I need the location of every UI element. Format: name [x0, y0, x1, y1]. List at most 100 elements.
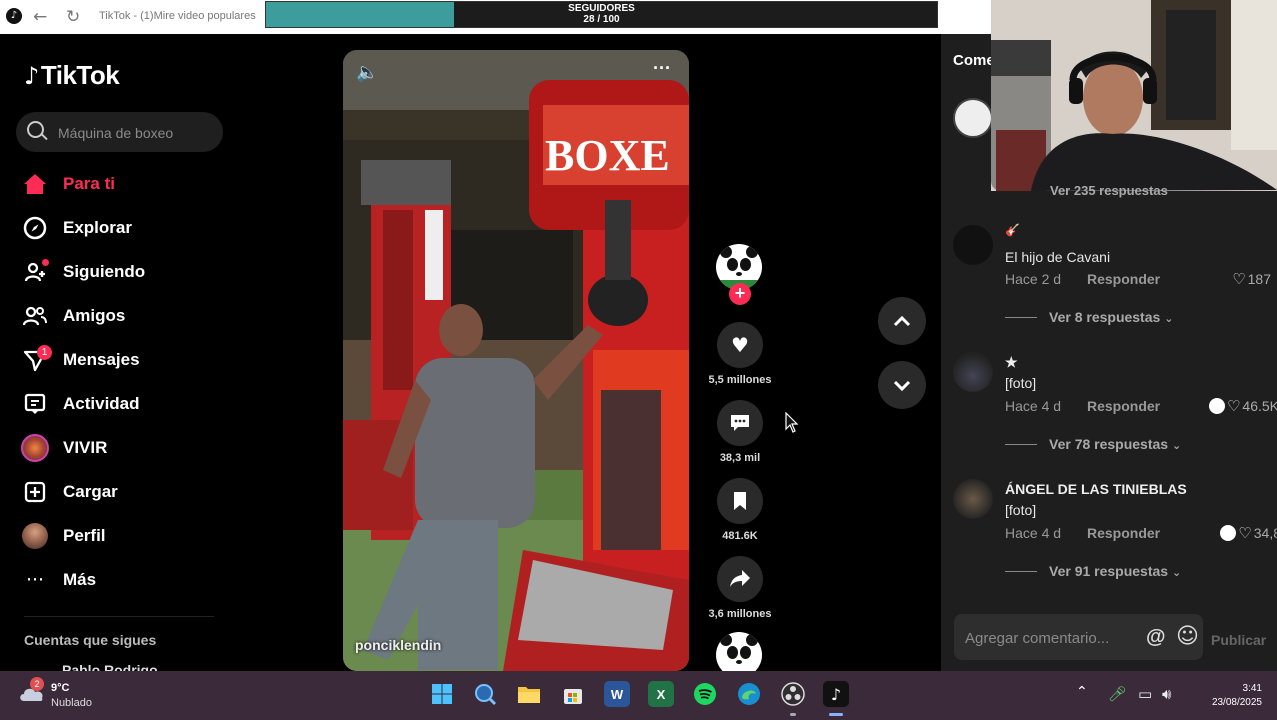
following-accounts-heading: Cuentas que sigues — [24, 632, 157, 648]
following-icon — [20, 257, 50, 287]
comment-input[interactable] — [963, 614, 1139, 662]
publish-button[interactable]: Publicar — [1211, 632, 1266, 648]
temperature: 9°C — [51, 682, 70, 694]
followers-goal-bar: SEGUIDORES 28 / 100 — [265, 1, 938, 28]
network-icon[interactable]: ▭ — [1138, 685, 1152, 703]
nav-item-siguiendo[interactable]: Siguiendo — [20, 252, 220, 292]
reload-icon[interactable]: ↻ — [66, 7, 80, 27]
reply-button[interactable]: Responder — [1087, 271, 1160, 287]
follow-plus-button[interactable]: + — [729, 283, 751, 305]
video-author[interactable]: ponciklendin — [355, 637, 441, 653]
profile-avatar — [20, 521, 50, 551]
speaker-icon[interactable]: 🔊︎ — [1162, 685, 1171, 703]
comment-button[interactable]: 38,3 mil — [716, 400, 764, 464]
creator-liked-avatar — [1208, 398, 1225, 414]
comment-bubble-icon — [717, 400, 763, 446]
activity-icon — [20, 389, 50, 419]
comment-author[interactable]: ★ — [1005, 354, 1018, 371]
clock-date: 23/08/2025 — [1211, 697, 1262, 708]
following-dot-badge — [42, 259, 49, 266]
comment-author[interactable]: El hijo de Cavani — [1005, 249, 1110, 265]
word-icon[interactable]: W — [604, 681, 630, 707]
nav-item-vivir[interactable]: VIVIR — [20, 428, 220, 468]
guitar-emoji-icon: 🎸 — [1005, 223, 1020, 237]
mention-at-icon[interactable]: @ — [1146, 626, 1166, 649]
excel-icon[interactable]: X — [648, 681, 674, 707]
comment-avatar[interactable] — [953, 98, 993, 138]
tab-title[interactable]: TikTok - (1)Mire video populares — [99, 10, 256, 22]
comment-like-button[interactable]: ♡ 187 — [1232, 270, 1271, 288]
search-input[interactable] — [56, 112, 220, 154]
spotify-icon[interactable] — [692, 681, 718, 707]
nav-item-mas[interactable]: ··· Más — [20, 560, 220, 600]
nav-item-explorar[interactable]: Explorar — [20, 208, 220, 248]
comment-input-box[interactable]: @ ☺ — [954, 614, 1203, 662]
bookmark-icon — [717, 478, 763, 524]
comment-avatar[interactable] — [953, 352, 993, 392]
comment-text: [foto] — [1005, 502, 1037, 518]
video-player[interactable]: BOXE 🔈 ··· ponciklendin — [343, 50, 689, 671]
heart-outline-icon: ♡ — [1232, 270, 1246, 288]
emoji-icon[interactable]: ☺ — [1176, 624, 1199, 649]
compass-icon — [20, 213, 50, 243]
chevron-up-icon — [893, 315, 911, 327]
messages-badge: 1 — [37, 345, 52, 360]
creator-liked-avatar — [1220, 525, 1237, 541]
view-replies-link[interactable]: Ver 8 respuestas ⌄ — [1005, 309, 1173, 325]
comment-count: 38,3 mil — [719, 452, 761, 464]
reply-button[interactable]: Responder — [1087, 525, 1160, 541]
divider — [24, 616, 214, 617]
comment-author[interactable]: ÁNGEL DE LAS TINIEBLAS — [1005, 481, 1187, 497]
nav-item-para-ti[interactable]: Para ti — [20, 164, 220, 204]
followers-goal-count: 28 / 100 — [583, 14, 620, 25]
chevron-up-icon[interactable]: ⌃ — [1076, 684, 1088, 700]
followers-goal-label: SEGUIDORES — [568, 3, 635, 14]
windows-start-icon[interactable] — [429, 681, 455, 707]
search-box[interactable] — [16, 112, 223, 154]
tiktok-note-icon: ♪ — [24, 62, 39, 90]
hidden-replies-link[interactable]: Ver 235 respuestas — [1050, 183, 1168, 198]
next-video-button[interactable] — [878, 361, 926, 409]
search-icon[interactable] — [472, 681, 498, 707]
nav-item-perfil[interactable]: Perfil — [20, 516, 220, 556]
view-replies-link[interactable]: Ver 91 respuestas ⌄ — [1005, 563, 1181, 579]
like-button[interactable]: ♥ 5,5 millones — [709, 322, 771, 386]
upload-icon — [20, 477, 50, 507]
sound-avatar[interactable] — [716, 632, 764, 671]
nav-item-amigos[interactable]: Amigos — [20, 296, 220, 336]
tiktok-logo[interactable]: ♪TikTok — [24, 60, 120, 91]
friends-icon — [20, 301, 50, 331]
back-arrow-icon[interactable]: ← — [33, 7, 47, 27]
save-button[interactable]: 481.6K — [716, 478, 764, 542]
comment-like-button[interactable]: ♡ 46.5K — [1208, 397, 1277, 415]
reply-button[interactable]: Responder — [1087, 398, 1160, 414]
volume-icon[interactable]: 🔈 — [356, 62, 378, 83]
comment-time: Hace 4 d — [1005, 525, 1062, 541]
edge-icon[interactable] — [736, 681, 762, 707]
heart-outline-icon: ♡ — [1238, 524, 1252, 542]
file-explorer-icon[interactable] — [516, 681, 542, 707]
previous-video-button[interactable] — [878, 297, 926, 345]
obs-icon[interactable] — [780, 681, 806, 707]
comment-time: Hace 2 d — [1005, 271, 1062, 287]
view-replies-link[interactable]: Ver 78 respuestas ⌄ — [1005, 436, 1181, 452]
mouse-cursor-icon — [785, 412, 799, 433]
comment-avatar[interactable] — [953, 479, 993, 519]
home-icon — [20, 169, 50, 199]
comment-time: Hace 4 d — [1005, 398, 1062, 414]
webcam-feed-image — [991, 0, 1277, 191]
sidebar: ♪TikTok Para ti Explorar Siguiendo Amigo… — [0, 34, 232, 678]
system-clock[interactable]: 3:41 23/08/2025 — [1212, 682, 1262, 710]
store-icon[interactable] — [560, 681, 586, 707]
comment-text: [foto] — [1005, 375, 1037, 391]
tiktok-icon[interactable]: ♪ — [823, 681, 849, 707]
webcam-overlay — [991, 0, 1277, 191]
nav-item-mensajes[interactable]: 1 Mensajes — [20, 340, 220, 380]
microphone-icon[interactable]: 🎤︎ — [1108, 685, 1127, 703]
share-button[interactable]: 3,6 millones — [709, 556, 771, 620]
nav-item-cargar[interactable]: Cargar — [20, 472, 220, 512]
comment-like-button[interactable]: ♡34,8 — [1220, 524, 1277, 542]
comment-avatar[interactable] — [953, 225, 993, 265]
more-options-icon[interactable]: ··· — [653, 58, 671, 79]
nav-item-actividad[interactable]: Actividad — [20, 384, 220, 424]
